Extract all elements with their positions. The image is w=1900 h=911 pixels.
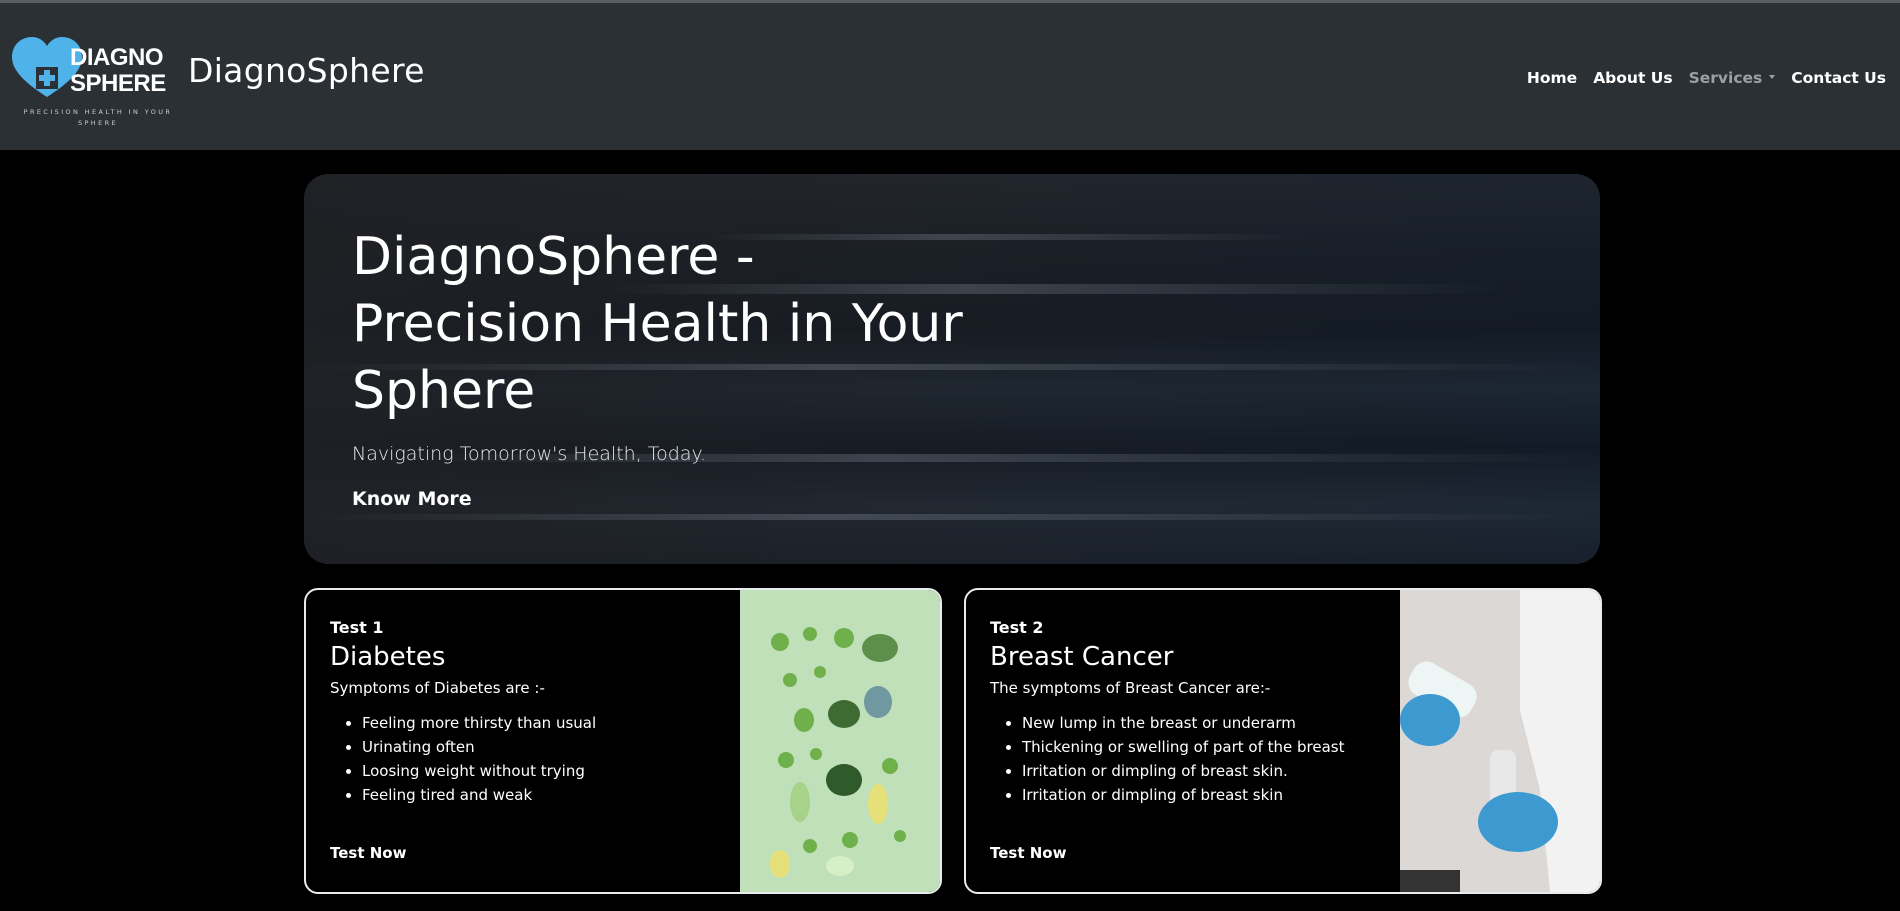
logo-tagline: PRECISION HEALTH IN YOUR SPHERE — [23, 108, 173, 127]
card-subtitle: Test 2 — [990, 618, 1044, 637]
brand-name[interactable]: DiagnoSphere — [188, 51, 425, 90]
card-subtitle: Test 1 — [330, 618, 384, 637]
list-item: Loosing weight without trying — [362, 759, 730, 783]
list-item: Feeling tired and weak — [362, 783, 730, 807]
know-more-button[interactable]: Know More — [352, 488, 472, 510]
hero-title: DiagnoSphere - Precision Health in Your … — [352, 227, 963, 421]
card-title: Diabetes — [330, 642, 446, 672]
test-now-button[interactable]: Test Now — [990, 844, 1066, 862]
card-body: Test 1 Diabetes Symptoms of Diabetes are… — [330, 618, 730, 807]
nav-home[interactable]: Home — [1527, 69, 1577, 87]
hero-bg-streak — [304, 514, 1600, 520]
list-item: Thickening or swelling of part of the br… — [1022, 735, 1390, 759]
nav-services-dropdown[interactable]: Services — [1689, 69, 1776, 87]
list-item: Urinating often — [362, 735, 730, 759]
card-lead: The symptoms of Breast Cancer are:- — [990, 679, 1271, 697]
list-item: Irritation or dimpling of breast skin. — [1022, 759, 1390, 783]
list-item: Irritation or dimpling of breast skin — [1022, 783, 1390, 807]
symptom-list: Feeling more thirsty than usual Urinatin… — [330, 711, 730, 807]
vegetables-image — [740, 590, 940, 892]
ultrasound-image-icon — [1400, 590, 1600, 892]
logo-wordmark: DIAGNO SPHERE — [70, 45, 166, 97]
list-item: Feeling more thirsty than usual — [362, 711, 730, 735]
symptom-list: New lump in the breast or underarm Thick… — [990, 711, 1390, 807]
test-card-breast-cancer: Test 2 Breast Cancer The symptoms of Bre… — [964, 588, 1602, 894]
navbar: DIAGNO SPHERE PRECISION HEALTH IN YOUR S… — [0, 3, 1900, 150]
card-title: Breast Cancer — [990, 642, 1174, 672]
card-lead: Symptoms of Diabetes are :- — [330, 679, 545, 697]
list-item: New lump in the breast or underarm — [1022, 711, 1390, 735]
hero-subtitle: Navigating Tomorrow's Health, Today. — [352, 443, 707, 465]
ultrasound-image — [1400, 590, 1600, 892]
card-body: Test 2 Breast Cancer The symptoms of Bre… — [990, 618, 1390, 807]
logo[interactable]: DIAGNO SPHERE PRECISION HEALTH IN YOUR S… — [12, 37, 172, 129]
test-now-button[interactable]: Test Now — [330, 844, 406, 862]
nav-services-label: Services — [1688, 69, 1763, 87]
logo-line1: DIAGNO — [70, 44, 163, 71]
nav-about-us[interactable]: About Us — [1593, 69, 1672, 87]
chevron-down-icon — [1769, 74, 1776, 79]
nav-contact-us[interactable]: Contact Us — [1791, 69, 1886, 87]
main-nav: Home About Us Services Contact Us — [1527, 69, 1886, 87]
test-card-diabetes: Test 1 Diabetes Symptoms of Diabetes are… — [304, 588, 942, 894]
vegetables-image-icon — [740, 590, 940, 892]
hero-banner: DiagnoSphere - Precision Health in Your … — [304, 174, 1600, 564]
logo-line2: SPHERE — [70, 70, 166, 97]
